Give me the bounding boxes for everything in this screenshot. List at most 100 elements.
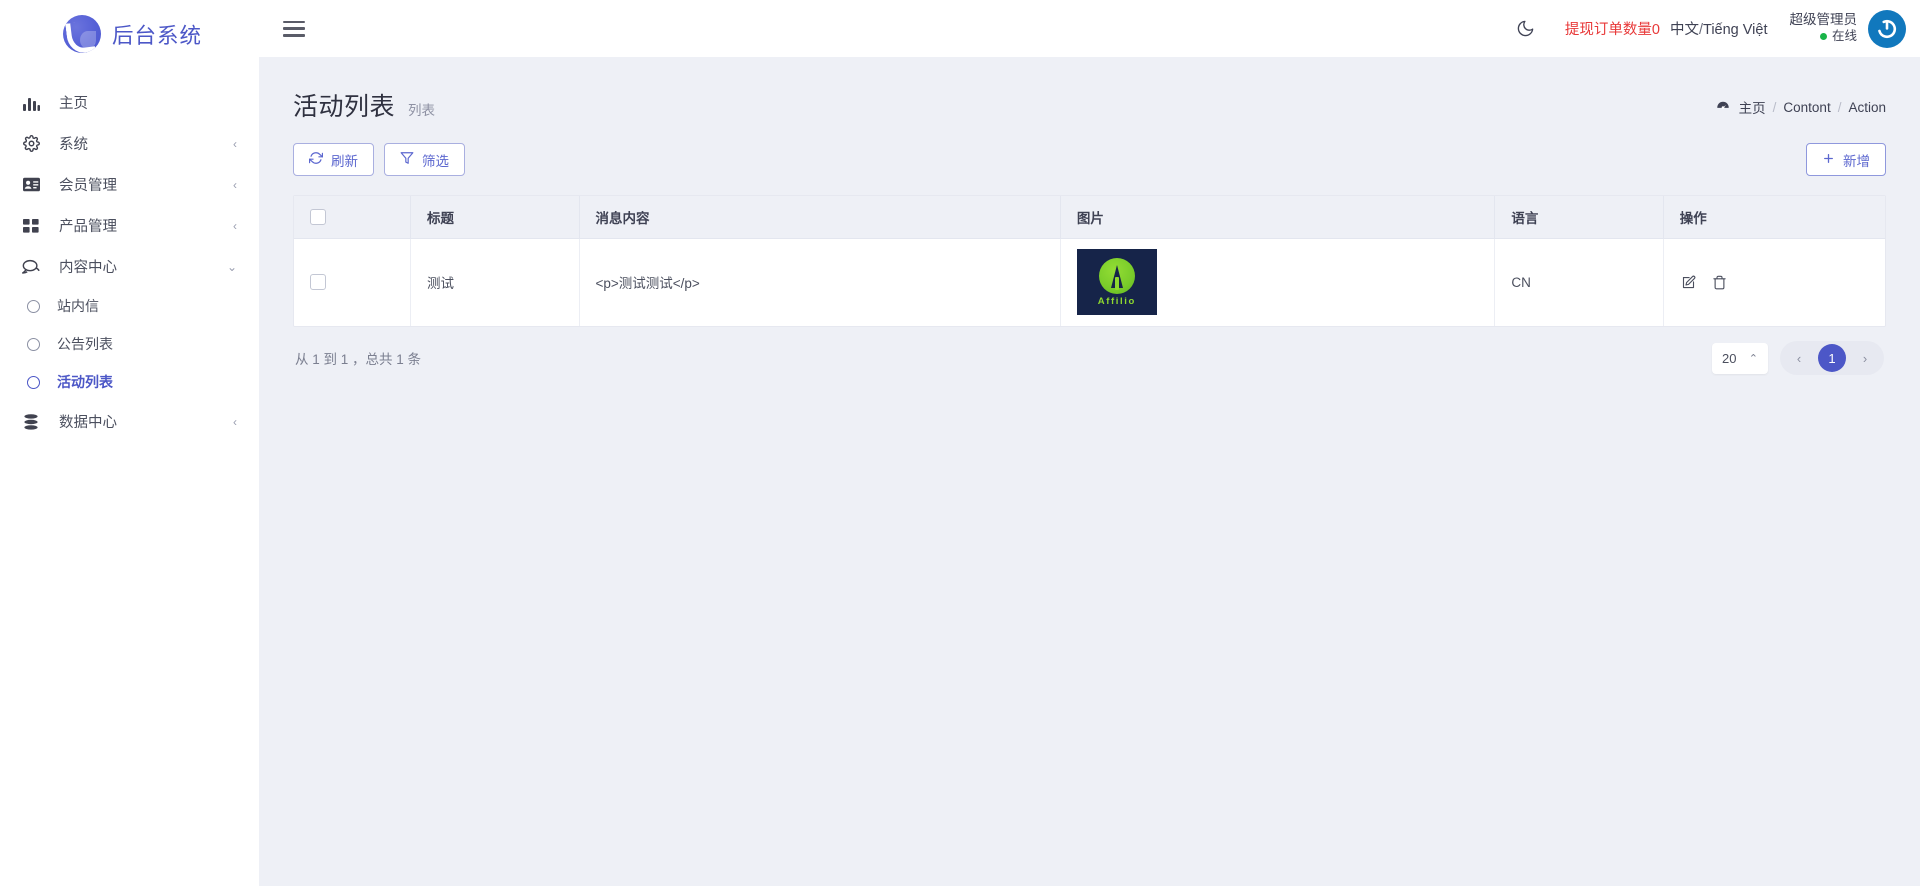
page-size-value: 20: [1722, 350, 1737, 366]
sidebar-subitem-label: 公告列表: [57, 336, 113, 352]
chevron-left-icon: ‹: [233, 414, 237, 429]
refresh-button-label: 刷新: [331, 153, 358, 169]
page-subtitle: 列表: [408, 103, 436, 118]
row-language: CN: [1494, 238, 1664, 326]
activity-table: 标题 消息内容 图片 语言 操作 测试 <p>测试测试</p> Affilio …: [294, 196, 1885, 326]
trash-icon[interactable]: [1711, 274, 1728, 291]
language-switcher[interactable]: 中文/Tiếng Việt: [1670, 18, 1768, 39]
table-head: 标题 消息内容 图片 语言 操作: [294, 196, 1885, 239]
pagination-controls: 20 ⌃ ‹ 1 ›: [1712, 341, 1884, 375]
id-card-icon: [20, 177, 42, 192]
chevron-left-icon: ‹: [233, 177, 237, 192]
chevron-left-icon: ‹: [233, 136, 237, 151]
user-info[interactable]: 超级管理员 在线: [1790, 12, 1858, 45]
column-select-all: [294, 196, 412, 239]
content-area: 活动列表 列表 主页 / Contont / Action 刷新 筛选 新增 标…: [259, 57, 1920, 886]
row-image-cell: Affilio: [1060, 238, 1496, 326]
filter-button[interactable]: 筛选: [384, 143, 465, 176]
online-dot-icon: [1819, 33, 1827, 41]
prev-page-button[interactable]: ‹: [1786, 345, 1812, 371]
circle-bullet-icon: [27, 375, 40, 389]
edit-icon[interactable]: [1680, 274, 1697, 291]
sidebar-subitem-announcements[interactable]: 公告列表: [0, 325, 259, 363]
user-status-label: 在线: [1831, 29, 1857, 44]
breadcrumb-separator: /: [1837, 99, 1842, 115]
sidebar-item-data-center[interactable]: 数据中心 ‹: [0, 401, 259, 442]
sidebar-item-home[interactable]: 主页: [0, 82, 259, 123]
row-checkbox[interactable]: [310, 274, 326, 291]
table-body: 测试 <p>测试测试</p> Affilio CN: [294, 238, 1885, 326]
filter-button-label: 筛选: [422, 153, 449, 169]
page-number-1[interactable]: 1: [1818, 344, 1846, 372]
page-size-select[interactable]: 20 ⌃: [1712, 342, 1768, 374]
database-icon: [20, 413, 42, 430]
breadcrumb-item-home[interactable]: 主页: [1739, 97, 1766, 117]
chevron-down-icon: ⌄: [226, 259, 237, 274]
column-language: 语言: [1494, 196, 1664, 239]
sidebar-item-members[interactable]: 会员管理 ‹: [0, 164, 259, 205]
select-all-checkbox[interactable]: [310, 208, 326, 225]
column-action: 操作: [1663, 196, 1885, 239]
funnel-icon: [400, 151, 414, 168]
sidebar-item-label: 系统: [59, 137, 88, 153]
toolbar-left: 刷新 筛选: [293, 143, 465, 176]
affilio-logo-text: Affilio: [1097, 295, 1136, 307]
sidebar-subitem-inbox[interactable]: 站内信: [0, 287, 259, 325]
pagination-row: 从 1 到 1 ，总共 1 条 20 ⌃ ‹ 1 ›: [293, 327, 1886, 375]
toolbar: 刷新 筛选 新增: [293, 143, 1886, 176]
sidebar-item-label: 产品管理: [59, 219, 117, 235]
lang-cn-label[interactable]: 中文: [1670, 22, 1699, 38]
withdraw-order-count[interactable]: 提现订单数量0: [1565, 18, 1660, 39]
dashboard-icon: [1716, 100, 1730, 114]
bar-chart-icon: [20, 95, 42, 111]
affilio-mark-icon: [1098, 257, 1135, 294]
sidebar-item-content-center[interactable]: 内容中心 ⌄: [0, 246, 259, 287]
gear-icon: [20, 135, 42, 152]
hamburger-icon[interactable]: [283, 20, 305, 37]
moon-icon[interactable]: [1509, 12, 1543, 46]
topbar-right: 提现订单数量0 中文/Tiếng Việt 超级管理员 在线: [1509, 9, 1906, 48]
sidebar-item-label: 会员管理: [59, 178, 117, 194]
sidebar-item-label: 主页: [59, 96, 88, 112]
app-root: 后台系统 主页 系统 ‹ 会员管理 ‹ 产品管理 ‹ 内容中心 ⌄ 站内信 公告…: [0, 0, 1920, 886]
grid-icon: [20, 218, 42, 234]
refresh-button[interactable]: 刷新: [293, 143, 374, 176]
sidebar-item-label: 数据中心: [59, 415, 117, 431]
avatar[interactable]: [1868, 9, 1906, 48]
breadcrumb-separator: /: [1772, 99, 1777, 115]
row-content: <p>测试测试</p>: [579, 238, 1061, 326]
page-header: 活动列表 列表 主页 / Contont / Action: [293, 83, 1886, 123]
breadcrumb-item-contont[interactable]: Contont: [1783, 100, 1830, 115]
table-row[interactable]: 测试 <p>测试测试</p> Affilio CN: [294, 238, 1885, 326]
column-image: 图片: [1060, 196, 1496, 239]
breadcrumb-item-action[interactable]: Action: [1848, 100, 1886, 115]
user-name: 超级管理员: [1789, 12, 1858, 28]
sidebar-item-products[interactable]: 产品管理 ‹: [0, 205, 259, 246]
main-area: 提现订单数量0 中文/Tiếng Việt 超级管理员 在线 活动列表 列表 主…: [259, 0, 1920, 886]
affilio-logo-thumbnail[interactable]: Affilio: [1076, 249, 1157, 316]
topbar: 提现订单数量0 中文/Tiếng Việt 超级管理员 在线: [259, 0, 1920, 57]
sidebar-subitem-label: 活动列表: [57, 374, 113, 390]
circle-bullet-icon: [27, 337, 40, 351]
pagination-info: 从 1 到 1 ，总共 1 条: [295, 352, 422, 367]
sidebar-subitem-activities[interactable]: 活动列表: [0, 363, 259, 401]
add-button[interactable]: 新增: [1806, 143, 1886, 176]
row-select-cell: [294, 238, 412, 326]
sidebar-nav: 主页 系统 ‹ 会员管理 ‹ 产品管理 ‹ 内容中心 ⌄ 站内信 公告列表 活动…: [0, 68, 259, 442]
column-content: 消息内容: [579, 196, 1061, 239]
refresh-icon: [309, 151, 323, 168]
chevron-up-icon: ⌃: [1748, 352, 1758, 365]
chevron-left-icon: ‹: [233, 218, 237, 233]
sidebar-item-label: 内容中心: [59, 260, 117, 276]
circle-bullet-icon: [27, 299, 40, 313]
next-page-button[interactable]: ›: [1852, 345, 1878, 371]
row-title: 测试: [410, 238, 580, 326]
column-title: 标题: [410, 196, 580, 239]
lang-vi-label[interactable]: Tiếng Việt: [1703, 22, 1768, 38]
swoosh-circle-logo-icon: [62, 15, 101, 53]
sidebar-item-system[interactable]: 系统 ‹: [0, 123, 259, 164]
brand[interactable]: 后台系统: [0, 0, 259, 68]
sidebar: 后台系统 主页 系统 ‹ 会员管理 ‹ 产品管理 ‹ 内容中心 ⌄ 站内信 公告…: [0, 0, 259, 886]
pager: ‹ 1 ›: [1780, 341, 1884, 375]
chat-bubbles-icon: [20, 259, 42, 275]
